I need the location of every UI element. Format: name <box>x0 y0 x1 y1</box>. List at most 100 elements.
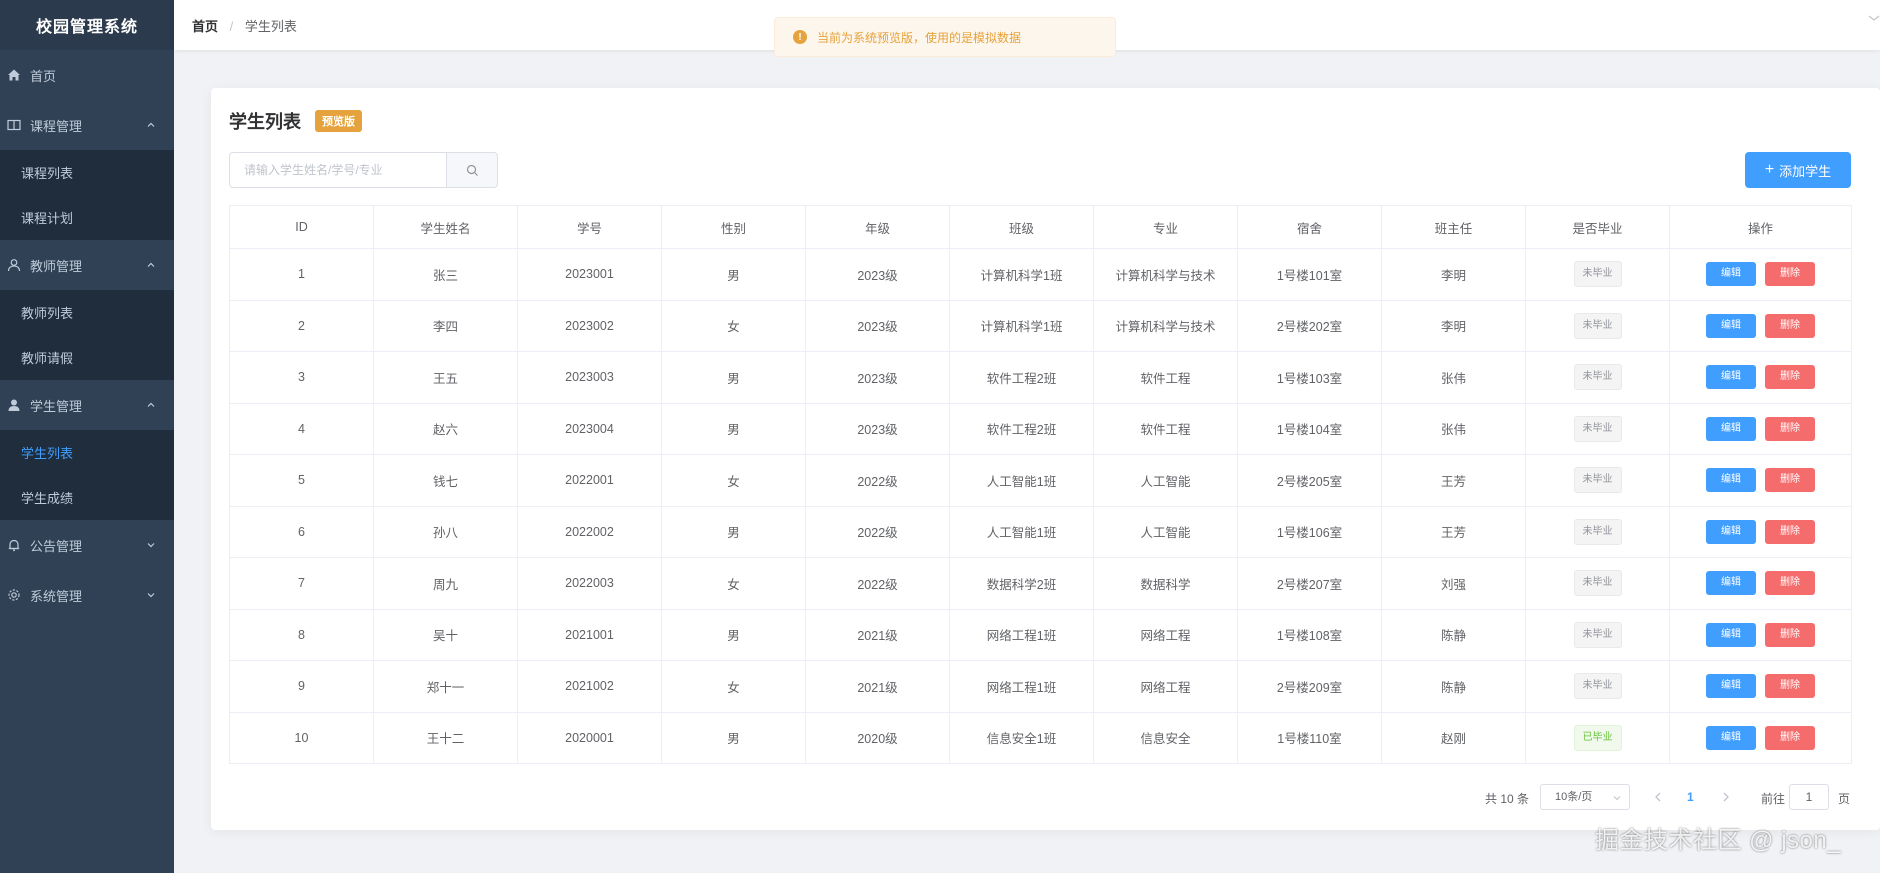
cell-id: 10 <box>229 711 374 764</box>
cell-class: 信息安全1班 <box>949 711 1094 764</box>
sidebar-item-course-list[interactable]: 课程列表 <box>0 150 174 195</box>
graduation-status-tag: 未毕业 <box>1573 261 1622 288</box>
column-header: 班主任 <box>1381 205 1526 249</box>
sidebar-item-teacher-leave[interactable]: 教师请假 <box>0 335 174 380</box>
preview-notice: ! 当前为系统预览版，使用的是模拟数据 <box>774 17 1116 57</box>
cell-graduated: 未毕业 <box>1525 351 1670 404</box>
goto-page-input[interactable] <box>1789 784 1829 810</box>
column-header: 专业 <box>1093 205 1238 249</box>
edit-button[interactable]: 编辑 <box>1706 468 1756 493</box>
cell-id: 8 <box>229 608 374 661</box>
delete-button[interactable]: 删除 <box>1765 262 1815 287</box>
page-size-value: 10条/页 <box>1555 791 1593 803</box>
chevron-down-icon[interactable] <box>1868 14 1880 22</box>
add-student-button[interactable]: + 添加学生 <box>1745 152 1851 188</box>
preview-badge: 预览版 <box>315 110 362 132</box>
breadcrumb: 首页 / 学生列表 <box>192 16 297 35</box>
cell-class: 人工智能1班 <box>949 454 1094 507</box>
edit-button[interactable]: 编辑 <box>1706 571 1756 596</box>
sidebar-item-teacher-list[interactable]: 教师列表 <box>0 290 174 335</box>
cell-class: 网络工程1班 <box>949 660 1094 713</box>
cell-head-teacher: 陈静 <box>1381 608 1526 661</box>
delete-button[interactable]: 删除 <box>1765 365 1815 390</box>
delete-button[interactable]: 删除 <box>1765 519 1815 544</box>
cell-actions: 编辑 删除 <box>1669 454 1852 507</box>
cell-id: 3 <box>229 351 374 404</box>
page-number-current[interactable]: 1 <box>1687 790 1694 804</box>
cell-class: 软件工程2班 <box>949 351 1094 404</box>
prev-page-icon[interactable] <box>1651 788 1665 806</box>
table-row: 5 钱七 2022001 女 2022级 人工智能1班 人工智能 2号楼205室 王芳 未毕业 编辑… <box>229 454 1852 507</box>
cell-graduated: 未毕业 <box>1525 660 1670 713</box>
add-student-label: 添加学生 <box>1779 163 1832 179</box>
sidebar-item-label: 教师管理 <box>30 258 83 274</box>
delete-button[interactable]: 删除 <box>1765 571 1815 596</box>
table-row: 10 王十二 2020001 男 2020级 信息安全1班 信息安全 1号楼110室 赵刚 已毕业… <box>229 711 1852 764</box>
sidebar-item-system-management[interactable]: 系统管理 <box>0 570 174 620</box>
cell-dorm: 1号楼108室 <box>1237 608 1382 661</box>
cell-graduated: 已毕业 <box>1525 711 1670 764</box>
delete-button[interactable]: 删除 <box>1765 725 1815 750</box>
sidebar-item-student-management[interactable]: 学生管理 <box>0 380 174 430</box>
delete-button[interactable]: 删除 <box>1765 313 1815 338</box>
delete-button[interactable]: 删除 <box>1765 416 1815 441</box>
cell-student-name: 郑十一 <box>373 660 518 713</box>
edit-button[interactable]: 编辑 <box>1706 622 1756 647</box>
home-icon <box>7 68 21 82</box>
breadcrumb-home[interactable]: 首页 <box>192 19 218 34</box>
breadcrumb-separator: / <box>229 18 234 34</box>
cell-actions: 编辑 删除 <box>1669 660 1852 713</box>
cell-major: 计算机科学与技术 <box>1093 248 1238 301</box>
cell-major: 网络工程 <box>1093 660 1238 713</box>
cell-graduated: 未毕业 <box>1525 608 1670 661</box>
edit-button[interactable]: 编辑 <box>1706 674 1756 699</box>
cell-student-number: 2022002 <box>517 505 662 558</box>
cell-class: 计算机科学1班 <box>949 299 1094 352</box>
cell-student-number: 2023004 <box>517 402 662 455</box>
book-icon <box>7 118 21 132</box>
delete-button[interactable]: 删除 <box>1765 622 1815 647</box>
delete-button[interactable]: 删除 <box>1765 468 1815 493</box>
cell-graduated: 未毕业 <box>1525 505 1670 558</box>
cell-grade: 2023级 <box>805 299 950 352</box>
search-input[interactable] <box>229 152 446 188</box>
search-button[interactable] <box>446 152 498 188</box>
app-title: 校园管理系统 <box>0 0 174 50</box>
sidebar-item-student-list[interactable]: 学生列表 <box>0 430 174 475</box>
chevron-down-icon <box>147 543 155 548</box>
user-outline-icon <box>7 258 21 272</box>
graduation-status-tag: 未毕业 <box>1573 570 1622 597</box>
cell-id: 6 <box>229 505 374 558</box>
edit-button[interactable]: 编辑 <box>1706 313 1756 338</box>
cell-actions: 编辑 删除 <box>1669 299 1852 352</box>
delete-button[interactable]: 删除 <box>1765 674 1815 699</box>
cell-student-name: 孙八 <box>373 505 518 558</box>
edit-button[interactable]: 编辑 <box>1706 416 1756 441</box>
page-size-select[interactable]: 10条/页 <box>1540 784 1630 810</box>
table-row: 3 王五 2023003 男 2023级 软件工程2班 软件工程 1号楼103室 张伟 未毕业 编辑… <box>229 351 1852 404</box>
cell-dorm: 1号楼106室 <box>1237 505 1382 558</box>
edit-button[interactable]: 编辑 <box>1706 365 1756 390</box>
cell-gender: 女 <box>661 454 806 507</box>
cell-graduated: 未毕业 <box>1525 454 1670 507</box>
sidebar-item-notice-management[interactable]: 公告管理 <box>0 520 174 570</box>
cell-id: 2 <box>229 299 374 352</box>
cell-gender: 男 <box>661 402 806 455</box>
sidebar-item-course-plan[interactable]: 课程计划 <box>0 195 174 240</box>
sidebar-item-label: 课程管理 <box>30 118 83 134</box>
sidebar-item-student-scores[interactable]: 学生成绩 <box>0 475 174 520</box>
cell-head-teacher: 李明 <box>1381 248 1526 301</box>
sidebar-item-teacher-management[interactable]: 教师管理 <box>0 240 174 290</box>
cell-gender: 男 <box>661 351 806 404</box>
edit-button[interactable]: 编辑 <box>1706 725 1756 750</box>
edit-button[interactable]: 编辑 <box>1706 262 1756 287</box>
cell-gender: 女 <box>661 557 806 610</box>
cell-grade: 2023级 <box>805 351 950 404</box>
edit-button[interactable]: 编辑 <box>1706 519 1756 544</box>
cell-student-name: 赵六 <box>373 402 518 455</box>
sidebar: 校园管理系统 首页 课程管理 课程列表 课程计划 教师管理 教师列表 教师请假 … <box>0 0 174 873</box>
next-page-icon[interactable] <box>1719 788 1733 806</box>
sidebar-item-course-management[interactable]: 课程管理 <box>0 100 174 150</box>
sidebar-item-home[interactable]: 首页 <box>0 50 174 100</box>
cell-grade: 2022级 <box>805 505 950 558</box>
